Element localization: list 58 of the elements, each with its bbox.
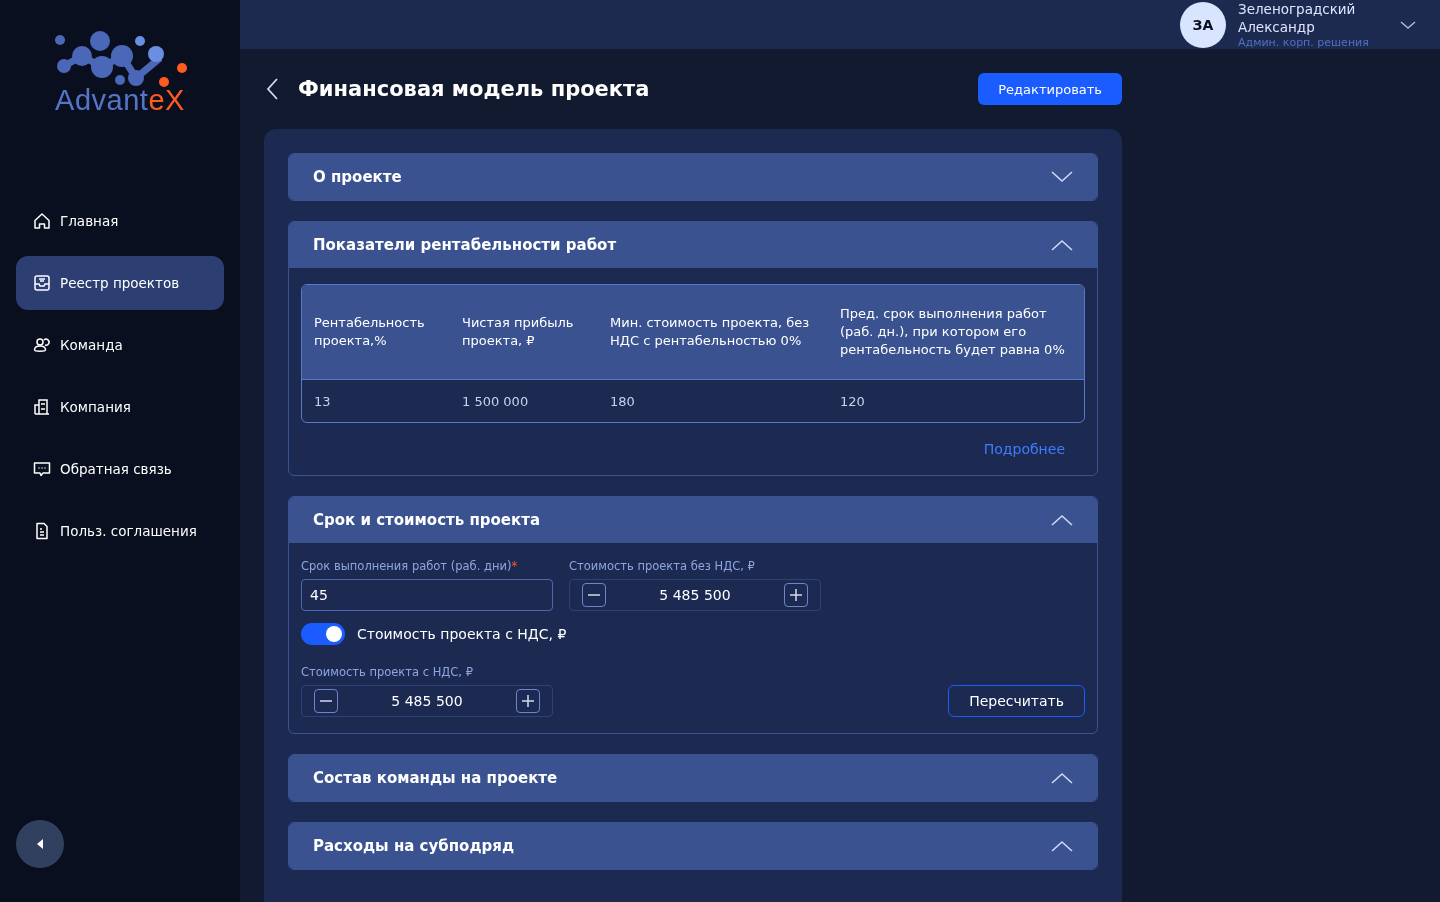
section-title: О проекте	[313, 168, 402, 186]
vat-toggle[interactable]	[301, 623, 345, 645]
column-header: Мин. стоимость проекта, без НДС с рентабельностью 0%	[598, 285, 828, 379]
chevron-icon[interactable]	[1051, 239, 1073, 251]
column-header: Пред. срок выполнения работ (раб. дн.), при котором его рентабельность будет равна 0%	[828, 285, 1084, 379]
caret-left-icon	[36, 839, 44, 849]
users-icon	[32, 335, 52, 355]
field-label: Срок выполнения работ (раб. дни)*	[301, 559, 519, 573]
section-header[interactable]: Состав команды на проекте	[289, 755, 1097, 801]
plus-button[interactable]	[516, 689, 540, 713]
details-link[interactable]: Подробнее	[983, 441, 1065, 457]
table-cell: 1 500 000	[450, 379, 598, 422]
table-cell: 120	[828, 379, 1084, 422]
plus-icon	[789, 588, 803, 602]
chevron-icon[interactable]	[1051, 171, 1073, 183]
toggle-label: Стоимость проекта с НДС, ₽	[357, 626, 567, 642]
chevron-icon[interactable]	[1051, 514, 1073, 526]
chat-icon	[32, 459, 52, 479]
recalculate-button[interactable]: Пересчитать	[948, 685, 1085, 717]
column-header: Чистая прибыль проекта, ₽	[450, 285, 598, 379]
nav-item[interactable]: Обратная связь	[16, 442, 224, 496]
nav-item[interactable]: Реестр проектов	[16, 256, 224, 310]
plus-button[interactable]	[784, 583, 808, 607]
user-name: Зеленоградский Александр	[1238, 0, 1357, 36]
edit-button[interactable]: Редактировать	[978, 73, 1122, 105]
plus-icon	[521, 694, 535, 708]
section-header[interactable]: Расходы на субподряд	[289, 823, 1097, 869]
chevron-icon[interactable]	[1051, 840, 1073, 852]
nav-item[interactable]: Польз. соглашения	[16, 504, 224, 558]
column-header: Рентабельность проекта,%	[302, 285, 450, 379]
home-icon	[32, 211, 52, 231]
section-title: Состав команды на проекте	[313, 769, 558, 787]
user-avatar[interactable]: ЗА	[1180, 1, 1226, 48]
inbox-icon	[32, 273, 52, 293]
chevron-icon[interactable]	[1051, 772, 1073, 784]
minus-button[interactable]	[582, 583, 606, 607]
section-header[interactable]: Показатели рентабельности работ	[289, 222, 1097, 268]
field-label: Стоимость проекта с НДС, ₽	[301, 665, 474, 679]
number-stepper[interactable]: 5 485 500	[301, 685, 553, 717]
number-stepper[interactable]: 5 485 500	[569, 579, 821, 611]
minus-button[interactable]	[314, 689, 338, 713]
page-title: Финансовая модель проекта	[298, 77, 651, 101]
nav-item[interactable]: Компания	[16, 380, 224, 434]
table-cell: 180	[598, 379, 828, 422]
building-icon	[32, 397, 52, 417]
section-title: Показатели рентабельности работ	[313, 236, 617, 254]
table-cell: 13	[302, 379, 450, 422]
section-header[interactable]: Срок и стоимость проекта	[289, 497, 1097, 543]
nav-item[interactable]: Команда	[16, 318, 224, 372]
nav-item[interactable]: Главная	[16, 194, 224, 248]
section-title: Срок и стоимость проекта	[313, 511, 541, 529]
logo-wordmark: AdvanteX	[55, 84, 185, 117]
user-role: Админ. корп. решения	[1238, 36, 1370, 49]
section-header[interactable]: О проекте	[289, 154, 1097, 200]
field-label: Стоимость проекта без НДС, ₽	[569, 559, 756, 573]
section-title: Расходы на субподряд	[313, 837, 514, 855]
term-input-field[interactable]: 45	[301, 579, 553, 611]
chevron-down-icon[interactable]	[1400, 19, 1416, 30]
